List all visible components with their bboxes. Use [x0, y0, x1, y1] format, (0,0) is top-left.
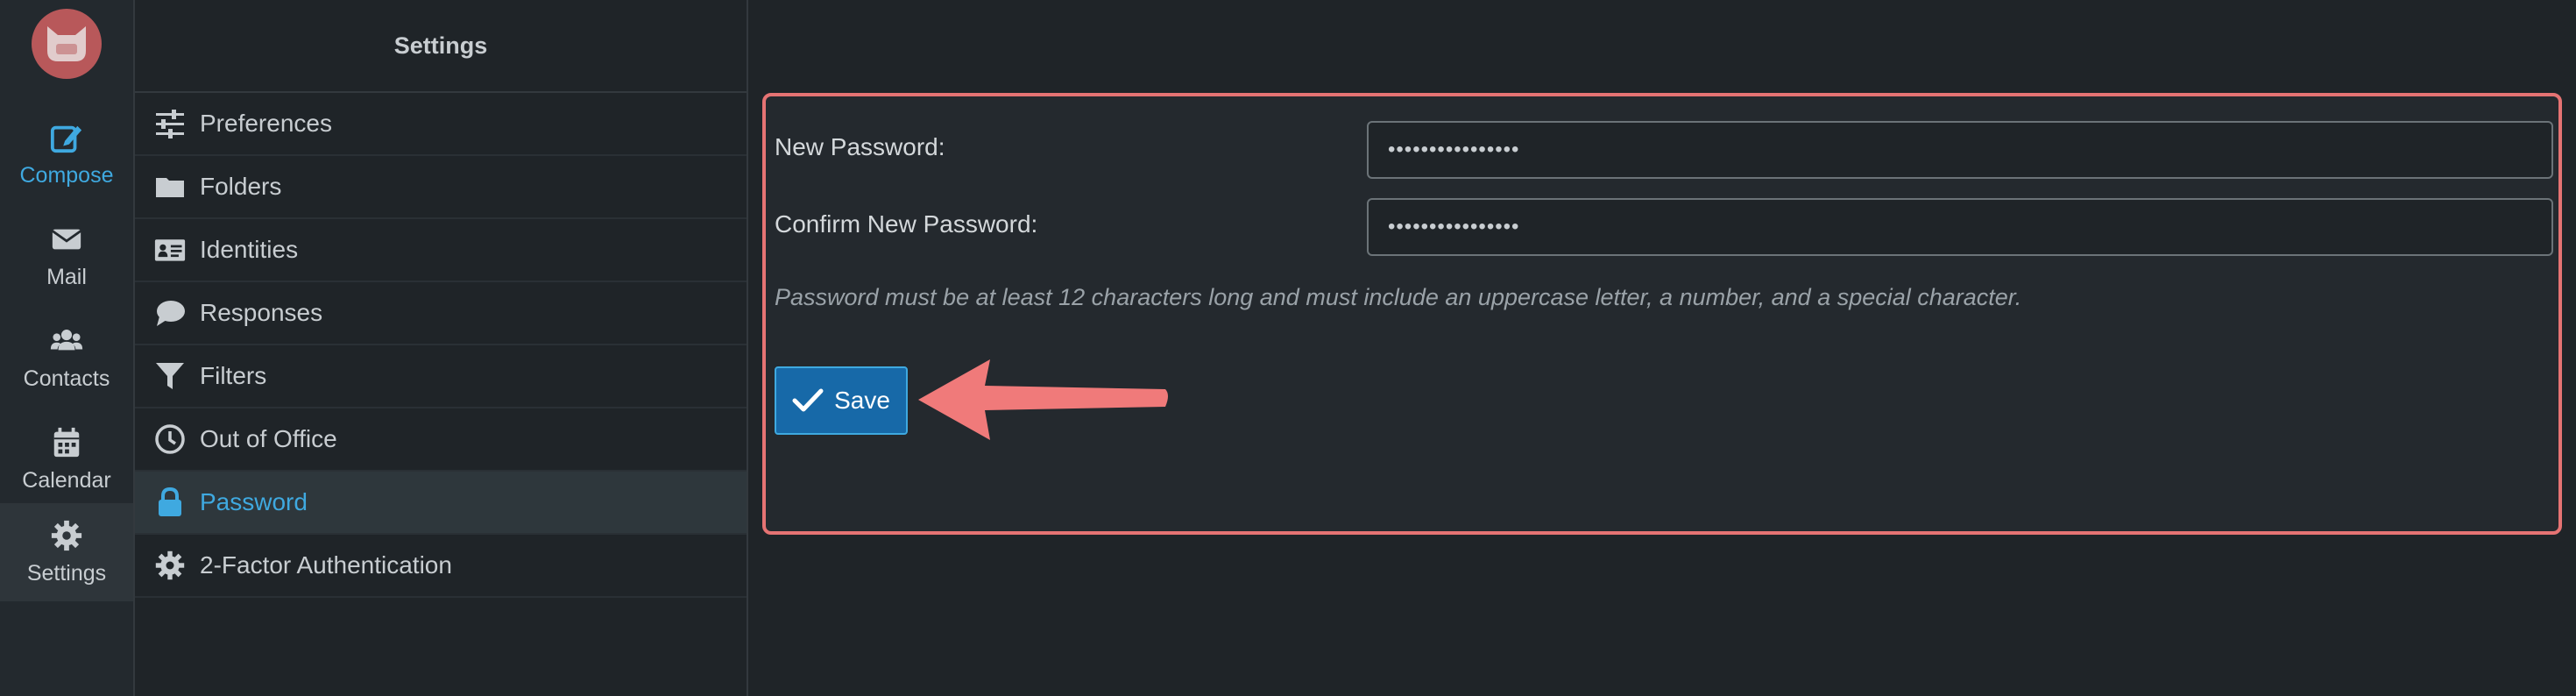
filter-icon — [152, 360, 188, 392]
checkmark-icon — [792, 388, 824, 412]
new-password-input[interactable] — [1367, 121, 2553, 179]
gear-icon — [51, 520, 82, 550]
nav-settings-label: Settings — [26, 560, 107, 586]
confirm-password-label: Confirm New Password: — [775, 210, 1038, 238]
comment-icon — [152, 297, 188, 329]
settings-item-label: Preferences — [200, 110, 332, 137]
app-navigation: Compose Mail Contacts Calendar Settings — [0, 0, 135, 696]
settings-item-label: 2-Factor Authentication — [200, 551, 452, 579]
id-card-icon — [152, 234, 188, 266]
gear-icon — [152, 550, 188, 581]
clock-icon — [152, 423, 188, 455]
app-logo[interactable] — [32, 9, 102, 79]
settings-item-folders[interactable]: Folders — [135, 156, 747, 219]
folder-icon — [152, 171, 188, 202]
save-button[interactable]: Save — [775, 366, 908, 435]
nav-calendar[interactable]: Calendar — [0, 410, 133, 508]
cat-logo-icon — [47, 26, 86, 61]
contacts-icon — [50, 329, 83, 350]
settings-item-label: Filters — [200, 362, 267, 389]
sliders-icon — [152, 108, 188, 139]
settings-item-identities[interactable]: Identities — [135, 219, 747, 282]
settings-item-out-of-office[interactable]: Out of Office — [135, 408, 747, 472]
settings-title: Settings — [135, 0, 747, 93]
new-password-label: New Password: — [775, 133, 945, 160]
nav-contacts[interactable]: Contacts — [0, 309, 133, 407]
settings-item-label: Out of Office — [200, 425, 337, 452]
confirm-password-input[interactable] — [1367, 198, 2553, 256]
compose-icon — [50, 125, 82, 153]
nav-calendar-label: Calendar — [22, 467, 111, 493]
password-hint: Password must be at least 12 characters … — [775, 284, 2022, 310]
settings-panel: Settings Preferences Folders Identities — [135, 0, 748, 696]
password-form: New Password: Confirm New Password: Pass… — [762, 93, 2562, 535]
settings-item-label: Identities — [200, 236, 299, 263]
annotation-arrow — [918, 359, 1168, 440]
settings-item-password[interactable]: Password — [135, 472, 747, 535]
save-button-label: Save — [834, 387, 890, 414]
nav-settings[interactable]: Settings — [0, 503, 133, 601]
lock-icon — [152, 486, 188, 518]
settings-item-label: Responses — [200, 299, 323, 326]
settings-item-preferences[interactable]: Preferences — [135, 93, 747, 156]
nav-compose-label: Compose — [19, 162, 114, 188]
settings-item-label: Folders — [200, 173, 282, 200]
mail-icon — [52, 229, 81, 249]
settings-item-label: Password — [200, 488, 308, 515]
calendar-icon — [53, 427, 80, 457]
nav-contacts-label: Contacts — [23, 366, 110, 391]
nav-mail[interactable]: Mail — [0, 207, 133, 305]
settings-item-2fa[interactable]: 2-Factor Authentication — [135, 535, 747, 598]
settings-item-responses[interactable]: Responses — [135, 282, 747, 345]
nav-mail-label: Mail — [46, 264, 87, 289]
nav-compose[interactable]: Compose — [0, 105, 133, 203]
settings-item-filters[interactable]: Filters — [135, 345, 747, 408]
